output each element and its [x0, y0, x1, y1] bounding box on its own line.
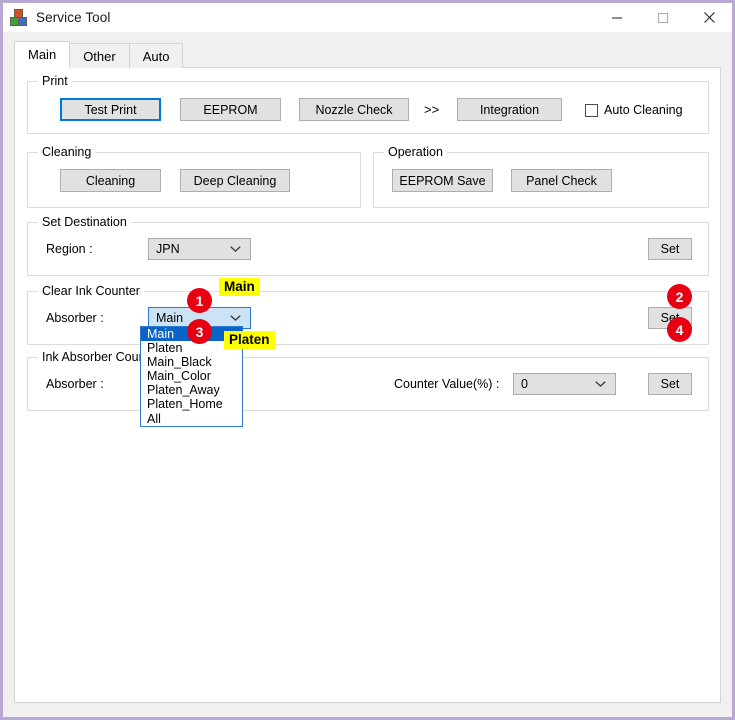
annotation-highlight-main: Main	[219, 278, 260, 296]
counter-value-label: Counter Value(%) :	[394, 377, 500, 391]
tab-other[interactable]: Other	[69, 43, 130, 68]
group-print-label: Print	[38, 74, 72, 88]
tab-main-label: Main	[28, 47, 57, 62]
integration-button[interactable]: Integration	[457, 98, 562, 121]
annotation-badge-4: 4	[667, 317, 692, 342]
cleaning-button[interactable]: Cleaning	[60, 169, 161, 192]
deep-cleaning-button[interactable]: Deep Cleaning	[180, 169, 290, 192]
group-print: Print Test Print EEPROM Nozzle Check >> …	[27, 74, 709, 134]
minimize-button[interactable]	[594, 3, 640, 32]
annotation-badge-1: 1	[187, 288, 212, 313]
auto-cleaning-label: Auto Cleaning	[604, 103, 683, 117]
deep-cleaning-label: Deep Cleaning	[193, 173, 277, 188]
window-title: Service Tool	[36, 10, 111, 25]
group-clear-ink-counter-label: Clear Ink Counter	[38, 284, 144, 298]
eeprom-save-button[interactable]: EEPROM Save	[392, 169, 493, 192]
close-button[interactable]	[686, 3, 732, 32]
dropdown-option-platen-home[interactable]: Platen_Home	[141, 397, 242, 411]
group-set-destination: Set Destination Region : JPN Set	[27, 215, 709, 276]
group-cleaning-label: Cleaning	[38, 145, 96, 159]
tab-strip: Main Other Auto	[14, 41, 184, 68]
title-bar: Service Tool	[3, 3, 732, 32]
dropdown-option-main-color[interactable]: Main_Color	[141, 369, 242, 383]
app-blocks-icon	[10, 8, 28, 27]
chevron-down-icon	[595, 381, 606, 388]
region-combo-value: JPN	[156, 242, 180, 256]
tab-main[interactable]: Main	[14, 41, 71, 68]
group-cleaning: Cleaning Cleaning Deep Cleaning	[27, 145, 361, 208]
clear-ink-absorber-value: Main	[156, 311, 184, 325]
annotation-highlight-platen: Platen	[224, 331, 275, 349]
test-print-button[interactable]: Test Print	[60, 98, 161, 121]
counter-value-combo[interactable]: 0	[513, 373, 616, 395]
auto-cleaning-checkbox-box	[585, 103, 598, 117]
tab-other-label: Other	[83, 48, 116, 64]
panel-check-button[interactable]: Panel Check	[511, 169, 612, 192]
group-set-destination-label: Set Destination	[38, 215, 131, 229]
close-icon	[703, 12, 715, 23]
auto-cleaning-checkbox[interactable]: Auto Cleaning	[585, 103, 683, 117]
set-destination-set-button[interactable]: Set	[648, 238, 692, 260]
group-operation-label: Operation	[384, 145, 447, 159]
ink-absorber-counter-set-button[interactable]: Set	[648, 373, 692, 395]
maximize-icon	[657, 12, 669, 23]
tab-auto[interactable]: Auto	[128, 43, 184, 68]
group-ink-absorber-counter: Ink Absorber Counter Absorber : Counter …	[27, 350, 709, 411]
service-tool-window: Service Tool Main Other Auto Print Test …	[0, 0, 735, 720]
maximize-button[interactable]	[640, 3, 686, 32]
nozzle-check-button[interactable]: Nozzle Check	[299, 98, 409, 121]
clear-ink-absorber-label: Absorber :	[46, 311, 104, 325]
eeprom-label: EEPROM	[203, 102, 258, 117]
dropdown-option-all[interactable]: All	[141, 412, 242, 426]
annotation-badge-3: 3	[187, 319, 212, 344]
window-controls	[594, 3, 732, 32]
nozzle-check-label: Nozzle Check	[315, 102, 393, 117]
ink-absorber-label: Absorber :	[46, 377, 104, 391]
ink-absorber-counter-set-label: Set	[660, 377, 680, 391]
set-destination-set-label: Set	[660, 242, 680, 256]
tab-auto-label: Auto	[142, 48, 170, 64]
group-operation: Operation EEPROM Save Panel Check	[373, 145, 709, 208]
counter-value-combo-value: 0	[521, 377, 528, 391]
dropdown-option-platen-away[interactable]: Platen_Away	[141, 383, 242, 397]
tab-panel-main: Print Test Print EEPROM Nozzle Check >> …	[14, 67, 721, 703]
chevron-down-icon	[230, 246, 241, 253]
test-print-label: Test Print	[84, 102, 137, 117]
group-clear-ink-counter: Clear Ink Counter Absorber : Main Set	[27, 284, 709, 345]
annotation-badge-2: 2	[667, 284, 692, 309]
region-label: Region :	[46, 242, 93, 256]
print-flow-separator: >>	[424, 102, 440, 117]
chevron-down-icon	[230, 315, 241, 322]
cleaning-button-label: Cleaning	[85, 173, 136, 188]
eeprom-save-label: EEPROM Save	[399, 173, 486, 188]
integration-label: Integration	[479, 102, 540, 117]
panel-check-label: Panel Check	[526, 173, 597, 188]
dropdown-option-main-black[interactable]: Main_Black	[141, 355, 242, 369]
minimize-icon	[612, 16, 622, 19]
eeprom-button[interactable]: EEPROM	[180, 98, 281, 121]
region-combo[interactable]: JPN	[148, 238, 251, 260]
